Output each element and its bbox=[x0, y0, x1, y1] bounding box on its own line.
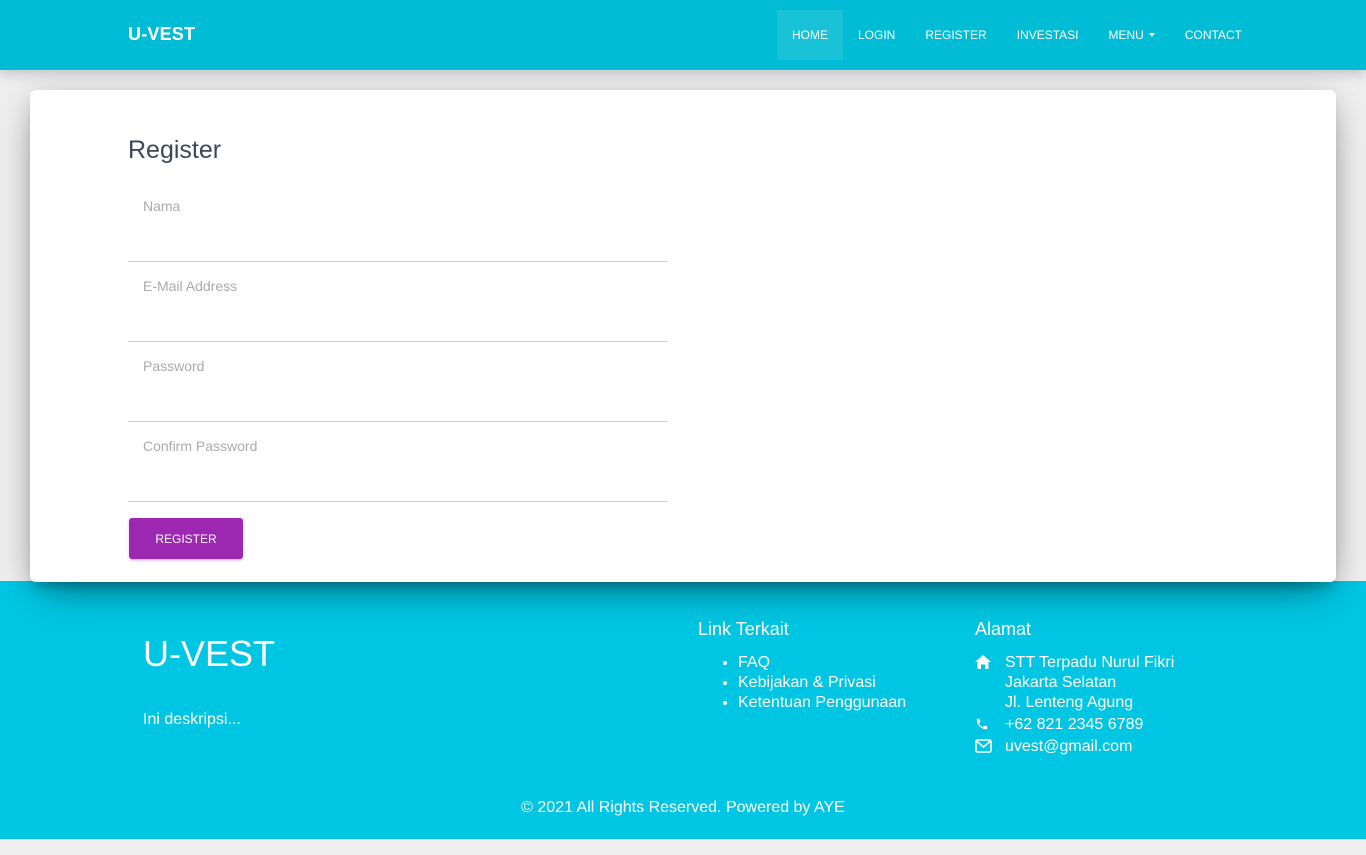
address-line-1: STT Terpadu Nurul Fikri bbox=[1005, 654, 1175, 671]
name-label: Nama bbox=[143, 198, 181, 214]
password-label: Password bbox=[143, 358, 205, 374]
nav-item-home[interactable]: HOME bbox=[777, 10, 843, 60]
address-line-2: Jakarta Selatan bbox=[1005, 674, 1117, 691]
password-field: Password bbox=[128, 358, 668, 422]
nav-item-register[interactable]: REGISTER bbox=[910, 10, 1001, 60]
password-input[interactable] bbox=[128, 382, 668, 418]
email-input[interactable] bbox=[128, 302, 668, 338]
nav-menu: HOME LOGIN REGISTER INVESTASI MENU CONTA… bbox=[777, 10, 1257, 60]
address-title: Alamat bbox=[975, 619, 1032, 639]
phone-icon bbox=[975, 715, 1005, 737]
caret-down-icon bbox=[1148, 33, 1155, 37]
email-row: uvest@gmail.com bbox=[975, 737, 1132, 759]
top-navbar: U-VEST HOME LOGIN REGISTER INVESTASI MEN… bbox=[0, 0, 1366, 70]
page-title: Register bbox=[128, 136, 222, 164]
email-address[interactable]: uvest@gmail.com bbox=[1005, 737, 1132, 759]
confirm-password-input[interactable] bbox=[128, 462, 668, 498]
related-links-list: FAQ Kebijakan & Privasi Ketentuan Penggu… bbox=[738, 653, 908, 713]
register-card: Register Nama E-Mail Address Password Co… bbox=[30, 90, 1336, 582]
confirm-password-field: Confirm Password bbox=[128, 438, 668, 502]
home-icon bbox=[975, 653, 1005, 713]
copyright-text: © 2021 All Rights Reserved. Powered by A… bbox=[521, 799, 845, 816]
confirm-password-label: Confirm Password bbox=[143, 438, 258, 454]
link-privacy-policy[interactable]: Kebijakan & Privasi bbox=[738, 673, 908, 693]
nav-item-contact[interactable]: CONTACT bbox=[1170, 10, 1257, 60]
register-button[interactable]: REGISTER bbox=[129, 518, 243, 559]
name-field: Nama bbox=[128, 198, 668, 262]
envelope-icon bbox=[975, 737, 1005, 759]
nav-item-investasi[interactable]: INVESTASI bbox=[1002, 10, 1094, 60]
nav-item-login[interactable]: LOGIN bbox=[843, 10, 910, 60]
footer-description: Ini deskripsi... bbox=[143, 711, 241, 728]
footer: U-VEST Ini deskripsi... Link Terkait FAQ… bbox=[0, 581, 1366, 839]
nav-item-menu-dropdown[interactable]: MENU bbox=[1093, 10, 1169, 60]
footer-brand: U-VEST bbox=[143, 633, 276, 674]
nav-item-menu-label: MENU bbox=[1108, 28, 1144, 42]
phone-number: +62 821 2345 6789 bbox=[1005, 716, 1144, 733]
name-input[interactable] bbox=[128, 222, 668, 258]
phone-row: +62 821 2345 6789 bbox=[975, 715, 1143, 737]
links-title: Link Terkait bbox=[698, 619, 789, 639]
address-line-3: Jl. Lenteng Agung bbox=[1005, 694, 1134, 711]
link-terms-of-use[interactable]: Ketentuan Penggunaan bbox=[738, 693, 908, 713]
address-block: STT Terpadu Nurul Fikri Jakarta Selatan … bbox=[975, 653, 1174, 713]
link-faq[interactable]: FAQ bbox=[738, 653, 908, 673]
email-field: E-Mail Address bbox=[128, 278, 668, 342]
brand-logo[interactable]: U-VEST bbox=[128, 24, 195, 45]
email-label: E-Mail Address bbox=[143, 278, 238, 294]
